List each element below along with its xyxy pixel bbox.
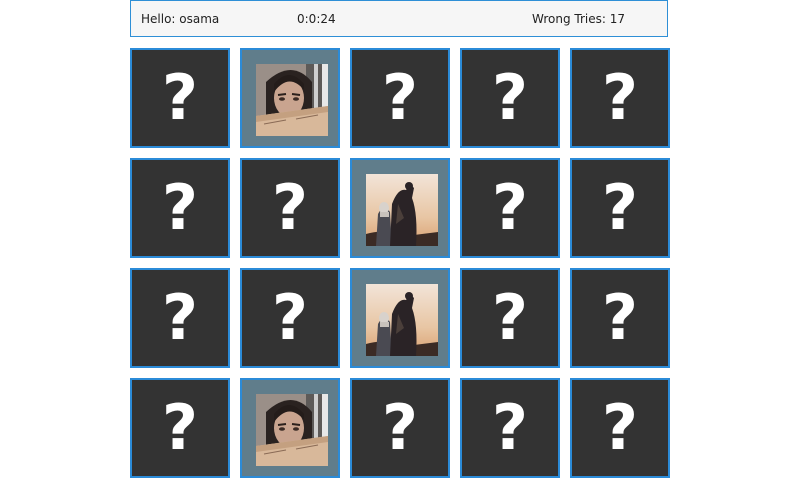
question-mark-icon: ?	[492, 171, 528, 244]
hidden-card[interactable]: ?	[240, 268, 340, 368]
hidden-card[interactable]: ?	[350, 378, 450, 478]
revealed-card[interactable]	[350, 158, 450, 258]
woman-portrait-photo	[256, 394, 328, 466]
question-mark-icon: ?	[162, 171, 198, 244]
question-mark-icon: ?	[162, 61, 198, 134]
question-mark-icon: ?	[492, 391, 528, 464]
question-mark-icon: ?	[382, 391, 418, 464]
desert-figures-photo	[366, 284, 438, 356]
desert-figures-photo	[366, 174, 438, 246]
hidden-card[interactable]: ?	[350, 48, 450, 148]
hidden-card[interactable]: ?	[460, 378, 560, 478]
hidden-card[interactable]: ?	[570, 378, 670, 478]
question-mark-icon: ?	[382, 61, 418, 134]
hidden-card[interactable]: ?	[240, 158, 340, 258]
hidden-card[interactable]: ?	[570, 158, 670, 258]
revealed-card[interactable]	[240, 48, 340, 148]
question-mark-icon: ?	[602, 281, 638, 354]
question-mark-icon: ?	[492, 61, 528, 134]
wrong-tries-counter: Wrong Tries: 17	[532, 12, 625, 26]
woman-portrait-photo	[256, 64, 328, 136]
player-greeting: Hello: osama	[141, 12, 220, 26]
question-mark-icon: ?	[272, 171, 308, 244]
hidden-card[interactable]: ?	[460, 48, 560, 148]
game-timer: 0:0:24	[297, 12, 336, 26]
revealed-card[interactable]	[240, 378, 340, 478]
memory-card-board: ? ????? ???? ? ? ? ? ? ?	[130, 48, 670, 478]
game-info-bar: Hello: osama 0:0:24 Wrong Tries: 17	[130, 0, 668, 37]
desert-figures-image	[366, 174, 438, 246]
question-mark-icon: ?	[602, 61, 638, 134]
hidden-card[interactable]: ?	[130, 378, 230, 478]
hidden-card[interactable]: ?	[460, 158, 560, 258]
question-mark-icon: ?	[602, 171, 638, 244]
question-mark-icon: ?	[492, 281, 528, 354]
woman-portrait-image	[256, 394, 328, 466]
hidden-card[interactable]: ?	[570, 48, 670, 148]
woman-portrait-image	[256, 64, 328, 136]
revealed-card[interactable]	[350, 268, 450, 368]
question-mark-icon: ?	[162, 391, 198, 464]
desert-figures-image	[366, 284, 438, 356]
hidden-card[interactable]: ?	[130, 268, 230, 368]
hidden-card[interactable]: ?	[130, 48, 230, 148]
question-mark-icon: ?	[272, 281, 308, 354]
question-mark-icon: ?	[602, 391, 638, 464]
hidden-card[interactable]: ?	[570, 268, 670, 368]
question-mark-icon: ?	[162, 281, 198, 354]
hidden-card[interactable]: ?	[460, 268, 560, 368]
hidden-card[interactable]: ?	[130, 158, 230, 258]
